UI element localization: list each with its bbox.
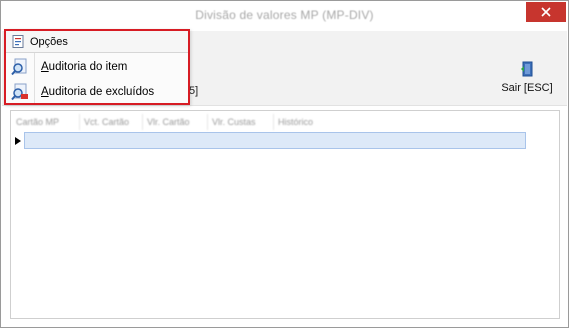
column-header-vct-cartao[interactable]: Vct. Cartão — [80, 114, 143, 130]
grid-header: Cartão MP Vct. Cartão Vlr. Cartão Vlr. C… — [12, 114, 532, 130]
close-button[interactable] — [526, 2, 566, 22]
exit-button-label: Sair [ESC] — [501, 82, 553, 94]
toolbar-partial-label: 5] — [189, 85, 199, 97]
menu-item-item-audit[interactable]: Auditoria do item — [6, 55, 188, 78]
row-pointer-icon — [15, 136, 21, 145]
window-title: Divisão de valores MP (MP-DIV) — [195, 8, 374, 22]
options-menu-header[interactable]: Opções — [6, 31, 188, 53]
options-document-icon — [12, 35, 24, 48]
menu-item-label: Auditoria de excluídos — [41, 85, 155, 98]
column-header-vlr-custas[interactable]: Vlr. Custas — [208, 114, 274, 130]
close-icon — [541, 7, 551, 17]
table-row[interactable] — [24, 132, 526, 149]
deleted-audit-icon — [11, 83, 28, 100]
data-grid[interactable]: Cartão MP Vct. Cartão Vlr. Cartão Vlr. C… — [10, 110, 560, 319]
menu-item-label: Auditoria do item — [41, 60, 128, 73]
main-window: Divisão de valores MP (MP-DIV) Sair [ESC… — [0, 0, 569, 328]
exit-door-icon — [521, 61, 533, 77]
exit-button[interactable]: Sair [ESC] — [497, 61, 557, 101]
column-header-cartao-mp[interactable]: Cartão MP — [12, 114, 80, 130]
options-menu-label: Opções — [30, 35, 68, 48]
current-row-indicator — [12, 132, 24, 149]
options-menu: Opções Auditoria do item Auditoria de ex… — [4, 29, 190, 105]
title-bar[interactable]: Divisão de valores MP (MP-DIV) — [1, 1, 568, 31]
column-header-vlr-cartao[interactable]: Vlr. Cartão — [143, 114, 208, 130]
menu-item-deleted-audit[interactable]: Auditoria de excluídos — [6, 80, 188, 103]
magnifier-icon — [11, 58, 27, 75]
column-header-historico[interactable]: Histórico — [274, 114, 334, 130]
